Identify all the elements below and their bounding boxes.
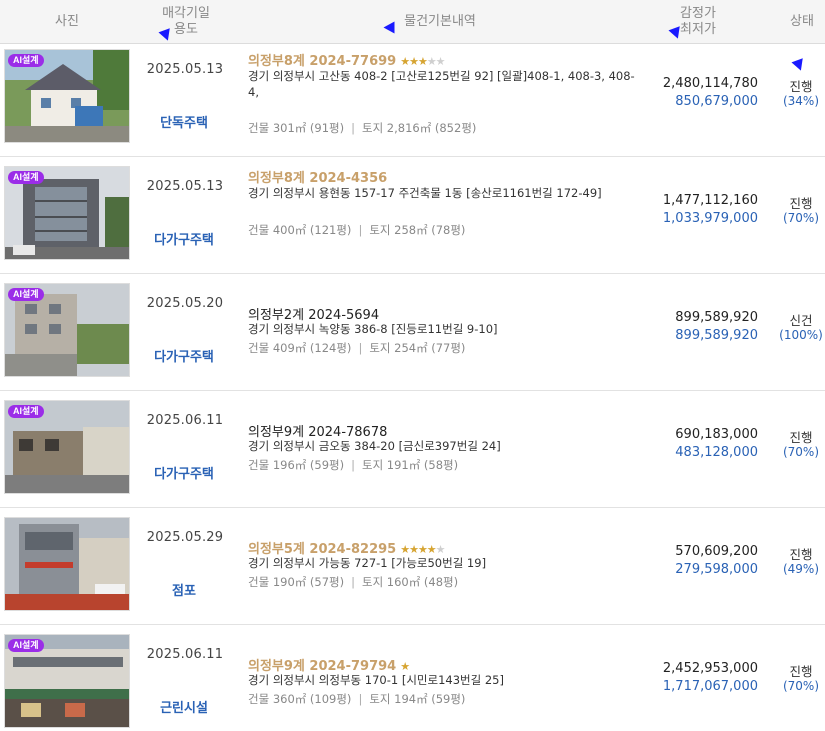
- table-row[interactable]: 2025.05.29 점포 의정부5계 2024-82295 ★★★★★ 경기 의…: [0, 508, 825, 625]
- property-usage: 다가구주택: [154, 467, 214, 482]
- auction-status: 진행: [789, 664, 813, 679]
- price-ratio: (34%): [782, 94, 820, 108]
- property-photo[interactable]: AI설계: [4, 166, 130, 260]
- table-row[interactable]: AI설계 2025.06.11 다가구주택 의정부9계 2024-78678 경…: [0, 391, 825, 508]
- price-ratio: (70%): [782, 211, 820, 225]
- land-area: 토지 194㎡ (59평): [369, 692, 466, 706]
- building-area: 건물 190㎡ (57평): [248, 575, 345, 589]
- table-row[interactable]: AI설계 2025.05.20 다가구주택 의정부2계 2024-5694 경기…: [0, 274, 825, 391]
- auction-status: 진행: [789, 196, 813, 211]
- auction-date: 2025.05.20: [146, 296, 224, 311]
- ai-design-badge: AI설계: [8, 639, 44, 652]
- auction-status: 진행: [789, 547, 813, 562]
- minimum-price: 483,128,000: [675, 445, 758, 460]
- appraisal-price: 899,589,920: [675, 310, 758, 325]
- appraisal-price: 570,609,200: [675, 544, 758, 559]
- property-area: 건물 190㎡ (57평) | 토지 160㎡ (48평): [248, 574, 458, 590]
- header-date-label: 매각기일: [162, 6, 210, 21]
- land-area: 토지 254㎡ (77평): [369, 341, 466, 355]
- divider: |: [351, 121, 355, 135]
- ai-design-badge: AI설계: [8, 171, 44, 184]
- property-usage: 점포: [172, 584, 196, 599]
- table-row[interactable]: AI설계 2025.05.13 다가구주택 의정부8계 2024-4356 경기…: [0, 157, 825, 274]
- auction-status: 진행: [789, 430, 813, 445]
- case-number-text[interactable]: 의정부8계 2024-4356: [248, 171, 387, 186]
- cursor-icon: [383, 21, 395, 34]
- price-ratio: (70%): [782, 445, 820, 459]
- auction-date: 2025.06.11: [146, 647, 224, 662]
- minimum-price: 1,717,067,000: [662, 679, 758, 694]
- building-area: 건물 301㎡ (91평): [248, 121, 345, 135]
- auction-date: 2025.05.13: [146, 62, 224, 77]
- appraisal-price: 1,477,112,160: [662, 193, 758, 208]
- appraisal-price: 2,480,114,780: [662, 76, 758, 91]
- property-photo[interactable]: AI설계: [4, 283, 130, 377]
- property-area: 건물 360㎡ (109평) | 토지 194㎡ (59평): [248, 691, 465, 707]
- divider: |: [358, 223, 363, 237]
- ai-design-badge: AI설계: [8, 54, 44, 67]
- case-number[interactable]: 의정부8계 2024-4356: [248, 167, 387, 186]
- property-area: 건물 400㎡ (121평) | 토지 258㎡ (78평): [248, 222, 465, 238]
- property-usage: 단독주택: [160, 116, 208, 131]
- property-area: 건물 409㎡ (124평) | 토지 254㎡ (77평): [248, 340, 465, 356]
- land-area: 토지 191㎡ (58평): [361, 458, 459, 472]
- header-photo[interactable]: 사진: [40, 14, 94, 30]
- property-address: 경기 의정부시 가능동 727-1 [가능로50번길 19]: [248, 556, 487, 570]
- table-row[interactable]: AI설계 2025.05.13 단독주택 의정부8계 2024-77699 ★★★…: [0, 40, 825, 157]
- shop-photo-image: [5, 518, 129, 610]
- property-address: 경기 의정부시 고산동 408-2 [고산로125번길 92] [일괄]408-…: [248, 69, 635, 99]
- property-usage: 다가구주택: [154, 350, 214, 365]
- divider: |: [351, 458, 355, 472]
- property-address: 경기 의정부시 녹양동 386-8 [진등로11번길 9-10]: [248, 322, 498, 336]
- property-usage: 근린시설: [160, 701, 208, 716]
- property-address: 경기 의정부시 의정부동 170-1 [시민로143번길 25]: [248, 673, 504, 687]
- header-appraisal-label: 감정가: [680, 6, 716, 21]
- ai-design-badge: AI설계: [8, 288, 44, 301]
- property-area: 건물 301㎡ (91평) | 토지 2,816㎡ (852평): [248, 120, 476, 136]
- auction-date: 2025.05.13: [146, 179, 224, 194]
- minimum-price: 1,033,979,000: [662, 211, 758, 226]
- header-info[interactable]: 물건기본내역: [380, 14, 500, 30]
- building-area: 건물 400㎡ (121평): [248, 223, 352, 237]
- property-photo[interactable]: AI설계: [4, 634, 130, 728]
- price-ratio: (49%): [782, 562, 820, 576]
- land-area: 토지 2,816㎡ (852평): [361, 121, 477, 135]
- minimum-price: 279,598,000: [675, 562, 758, 577]
- property-usage: 다가구주택: [154, 233, 214, 248]
- header-status[interactable]: 상태: [780, 14, 824, 30]
- appraisal-price: 2,452,953,000: [662, 661, 758, 676]
- property-photo[interactable]: [4, 517, 130, 611]
- property-address: 경기 의정부시 용현동 157-17 주건축물 1동 [송산로1161번길 17…: [248, 186, 602, 200]
- table-row[interactable]: AI설계 2025.06.11 근린시설 의정부9계 2024-79794 ★ 경…: [0, 625, 825, 731]
- land-area: 토지 258㎡ (78평): [369, 223, 466, 237]
- building-area: 건물 409㎡ (124평): [248, 341, 352, 355]
- minimum-price: 899,589,920: [675, 328, 758, 343]
- building-area: 건물 196㎡ (59평): [248, 458, 345, 472]
- divider: |: [358, 692, 363, 706]
- property-photo[interactable]: AI설계: [4, 400, 130, 494]
- property-photo[interactable]: AI설계: [4, 49, 130, 143]
- ai-design-badge: AI설계: [8, 405, 44, 418]
- minimum-price: 850,679,000: [675, 94, 758, 109]
- auction-date: 2025.05.29: [146, 530, 224, 545]
- table-header: 사진 매각기일 용도 물건기본내역 감정가 최저가 상태: [0, 0, 825, 44]
- building-area: 건물 360㎡ (109평): [248, 692, 352, 706]
- auction-status: 진행: [789, 79, 813, 94]
- price-ratio: (100%): [779, 328, 823, 342]
- rating-stars-icon: ★★★★★: [400, 55, 445, 68]
- price-ratio: (70%): [782, 679, 820, 693]
- auction-date: 2025.06.11: [146, 413, 224, 428]
- case-number[interactable]: 의정부8계 2024-77699 ★★★★★: [248, 50, 446, 69]
- land-area: 토지 160㎡ (48평): [361, 575, 459, 589]
- divider: |: [351, 575, 355, 589]
- property-address: 경기 의정부시 금오동 384-20 [금신로397번길 24]: [248, 439, 501, 453]
- case-number-text[interactable]: 의정부8계 2024-77699: [248, 54, 396, 69]
- property-area: 건물 196㎡ (59평) | 토지 191㎡ (58평): [248, 457, 458, 473]
- auction-status: 신건: [789, 313, 813, 328]
- divider: |: [358, 341, 363, 355]
- appraisal-price: 690,183,000: [675, 427, 758, 442]
